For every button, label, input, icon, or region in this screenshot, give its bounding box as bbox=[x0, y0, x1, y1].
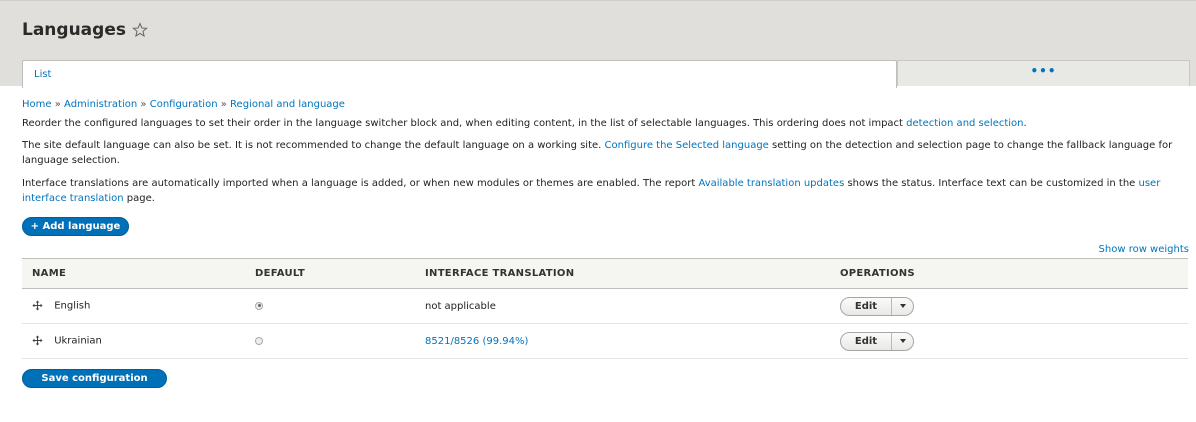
intro-text: page. bbox=[123, 193, 155, 204]
chevron-down-icon bbox=[899, 304, 906, 308]
breadcrumb-configuration[interactable]: Configuration bbox=[150, 99, 218, 110]
operations-dropbutton: Edit bbox=[840, 296, 914, 316]
breadcrumb-separator: » bbox=[140, 99, 147, 110]
table-row: Ukrainian 8521/8526 (99.94%) Edit bbox=[22, 323, 1188, 359]
operations-cell: Edit bbox=[830, 323, 1188, 359]
column-header-operations: OPERATIONS bbox=[840, 268, 915, 279]
breadcrumb: Home » Administration » Configuration » … bbox=[22, 98, 1190, 111]
default-radio[interactable] bbox=[255, 336, 263, 345]
save-configuration-button[interactable]: Save configuration bbox=[22, 369, 167, 388]
breadcrumb-administration[interactable]: Administration bbox=[64, 99, 137, 110]
drag-handle-icon[interactable] bbox=[32, 335, 43, 346]
column-header-default: DEFAULT bbox=[255, 268, 306, 279]
language-name-cell: English bbox=[22, 288, 245, 324]
dropbutton-toggle[interactable] bbox=[892, 298, 913, 315]
operations-dropbutton: Edit bbox=[840, 331, 914, 351]
tab-list[interactable]: List bbox=[22, 60, 897, 88]
default-cell bbox=[245, 288, 415, 324]
translation-cell: 8521/8526 (99.94%) bbox=[415, 323, 830, 359]
language-name: Ukrainian bbox=[54, 335, 102, 347]
configure-selected-language-link[interactable]: Configure the Selected language bbox=[605, 140, 769, 151]
intro-text: Interface translations are automatically… bbox=[22, 178, 699, 189]
intro-paragraph-1: Reorder the configured languages to set … bbox=[22, 116, 1190, 131]
language-name: English bbox=[54, 300, 91, 312]
intro-paragraph-3: Interface translations are automatically… bbox=[22, 176, 1190, 206]
available-translation-updates-link[interactable]: Available translation updates bbox=[698, 178, 844, 189]
intro-text: Reorder the configured languages to set … bbox=[22, 118, 907, 129]
default-cell bbox=[245, 323, 415, 359]
column-header-name: NAME bbox=[32, 268, 67, 279]
translation-status: not applicable bbox=[425, 300, 496, 312]
language-name-cell: Ukrainian bbox=[22, 323, 245, 359]
page-title-text: Languages bbox=[22, 20, 126, 40]
page-header: Languages List ••• bbox=[0, 0, 1196, 88]
detection-selection-link[interactable]: detection and selection bbox=[906, 118, 1023, 129]
translation-status-link[interactable]: 8521/8526 (99.94%) bbox=[425, 336, 528, 347]
dropbutton-toggle[interactable] bbox=[892, 333, 913, 350]
tab-list-label[interactable]: List bbox=[34, 69, 51, 80]
table-row: English not applicable Edit bbox=[22, 288, 1188, 324]
chevron-down-icon bbox=[899, 339, 906, 343]
table-header-row: NAME DEFAULT INTERFACE TRANSLATION OPERA… bbox=[22, 258, 1188, 289]
more-icon[interactable]: ••• bbox=[898, 64, 1189, 78]
languages-table: NAME DEFAULT INTERFACE TRANSLATION OPERA… bbox=[22, 258, 1188, 359]
add-language-button[interactable]: + Add language bbox=[22, 217, 129, 236]
default-radio[interactable] bbox=[255, 301, 263, 310]
operations-cell: Edit bbox=[830, 288, 1188, 324]
show-row-weights-link[interactable]: Show row weights bbox=[1099, 244, 1189, 255]
intro-text: shows the status. Interface text can be … bbox=[844, 178, 1139, 189]
main-content: Home » Administration » Configuration » … bbox=[22, 98, 1190, 206]
drag-handle-icon[interactable] bbox=[32, 300, 43, 311]
edit-button[interactable]: Edit bbox=[841, 297, 892, 315]
page-title: Languages bbox=[22, 20, 148, 40]
column-header-interface-translation: INTERFACE TRANSLATION bbox=[425, 268, 575, 279]
intro-text: The site default language can also be se… bbox=[22, 140, 605, 151]
edit-button[interactable]: Edit bbox=[841, 332, 892, 350]
breadcrumb-separator: » bbox=[54, 99, 61, 110]
breadcrumb-regional-language[interactable]: Regional and language bbox=[230, 99, 345, 110]
breadcrumb-separator: » bbox=[220, 99, 227, 110]
intro-paragraph-2: The site default language can also be se… bbox=[22, 138, 1190, 168]
breadcrumb-home[interactable]: Home bbox=[22, 99, 52, 110]
tab-more-menu[interactable]: ••• bbox=[897, 60, 1190, 86]
intro-text: . bbox=[1023, 118, 1027, 129]
star-icon[interactable] bbox=[132, 22, 148, 38]
translation-cell: not applicable bbox=[415, 288, 830, 324]
